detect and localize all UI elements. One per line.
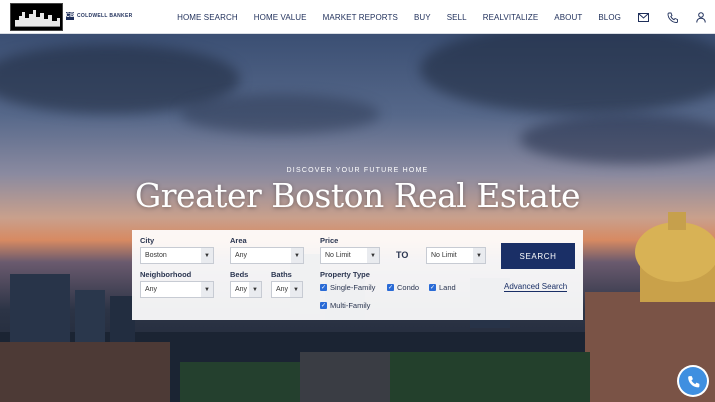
hero-headline: Greater Boston Real Estate bbox=[134, 176, 581, 215]
nav-home-search[interactable]: HOME SEARCH bbox=[177, 13, 238, 22]
phone-icon[interactable] bbox=[666, 11, 678, 23]
nav-blog[interactable]: BLOG bbox=[598, 13, 621, 22]
city-select[interactable]: Boston ▼ bbox=[140, 247, 214, 264]
checkbox-label: Land bbox=[439, 283, 456, 292]
city-value: Boston bbox=[145, 252, 167, 259]
price-min-select[interactable]: No Limit ▼ bbox=[320, 247, 380, 264]
property-type-label: Property Type bbox=[320, 270, 370, 279]
call-button[interactable] bbox=[679, 367, 707, 395]
nav-buy[interactable]: BUY bbox=[414, 13, 431, 22]
baths-value: Any bbox=[276, 286, 289, 293]
chevron-down-icon: ▼ bbox=[473, 248, 485, 263]
checkbox-single-family[interactable]: ✓ Single-Family bbox=[320, 283, 375, 292]
hero-background-image bbox=[0, 34, 715, 402]
price-max-value: No Limit bbox=[431, 252, 457, 259]
phone-icon bbox=[687, 375, 699, 387]
price-min-value: No Limit bbox=[325, 252, 351, 259]
chevron-down-icon: ▼ bbox=[367, 248, 379, 263]
baths-select[interactable]: Any ▼ bbox=[271, 281, 303, 298]
beds-select[interactable]: Any ▼ bbox=[230, 281, 262, 298]
team-logo[interactable] bbox=[10, 3, 63, 31]
nav-market-reports[interactable]: MARKET REPORTS bbox=[323, 13, 398, 22]
nav-realvitalize[interactable]: REALVITALIZE bbox=[483, 13, 539, 22]
area-select[interactable]: Any ▼ bbox=[230, 247, 304, 264]
checkmark-icon: ✓ bbox=[320, 284, 327, 291]
nav-home-value[interactable]: HOME VALUE bbox=[254, 13, 307, 22]
baths-label: Baths bbox=[271, 270, 292, 279]
chevron-down-icon: ▼ bbox=[249, 282, 261, 297]
checkmark-icon: ✓ bbox=[320, 302, 327, 309]
checkbox-condo[interactable]: ✓ Condo bbox=[387, 283, 419, 292]
checkbox-label: Single-Family bbox=[330, 283, 376, 292]
chevron-down-icon: ▼ bbox=[290, 282, 302, 297]
mail-icon[interactable] bbox=[637, 11, 649, 23]
main-nav: HOME SEARCH HOME VALUE MARKET REPORTS BU… bbox=[177, 0, 715, 34]
chevron-down-icon: ▼ bbox=[291, 248, 303, 263]
hero-tagline: DISCOVER YOUR FUTURE HOME bbox=[286, 167, 429, 174]
advanced-search-link[interactable]: Advanced Search bbox=[504, 282, 568, 292]
area-label: Area bbox=[230, 236, 247, 245]
neighborhood-value: Any bbox=[145, 286, 158, 293]
cb-mark-icon: CB bbox=[65, 12, 75, 20]
neighborhood-select[interactable]: Any ▼ bbox=[140, 281, 214, 298]
site-header: CB COLDWELL BANKER HOME SEARCH HOME VALU… bbox=[0, 0, 715, 34]
beds-value: Any bbox=[235, 286, 248, 293]
checkmark-icon: ✓ bbox=[429, 284, 436, 291]
area-value: Any bbox=[235, 252, 248, 259]
price-label: Price bbox=[320, 236, 339, 245]
nav-about[interactable]: ABOUT bbox=[554, 13, 582, 22]
price-to-label: TO bbox=[396, 250, 409, 260]
chevron-down-icon: ▼ bbox=[201, 282, 213, 297]
checkmark-icon: ✓ bbox=[387, 284, 394, 291]
price-max-select[interactable]: No Limit ▼ bbox=[426, 247, 486, 264]
beds-label: Beds bbox=[230, 270, 249, 279]
checkbox-label: Multi-Family bbox=[330, 301, 371, 310]
nav-sell[interactable]: SELL bbox=[447, 13, 467, 22]
checkbox-label: Condo bbox=[397, 283, 420, 292]
brand-name: COLDWELL BANKER bbox=[77, 13, 133, 19]
search-button[interactable]: SEARCH bbox=[501, 243, 575, 269]
user-icon[interactable] bbox=[695, 11, 707, 23]
search-panel: City Boston ▼ Area Any ▼ Price No Limit … bbox=[132, 230, 583, 320]
chevron-down-icon: ▼ bbox=[201, 248, 213, 263]
checkbox-multi-family[interactable]: ✓ Multi-Family bbox=[320, 301, 370, 310]
city-label: City bbox=[140, 236, 155, 245]
checkbox-land[interactable]: ✓ Land bbox=[429, 283, 456, 292]
neighborhood-label: Neighborhood bbox=[140, 270, 192, 279]
coldwell-banker-logo[interactable]: CB COLDWELL BANKER bbox=[66, 12, 133, 20]
